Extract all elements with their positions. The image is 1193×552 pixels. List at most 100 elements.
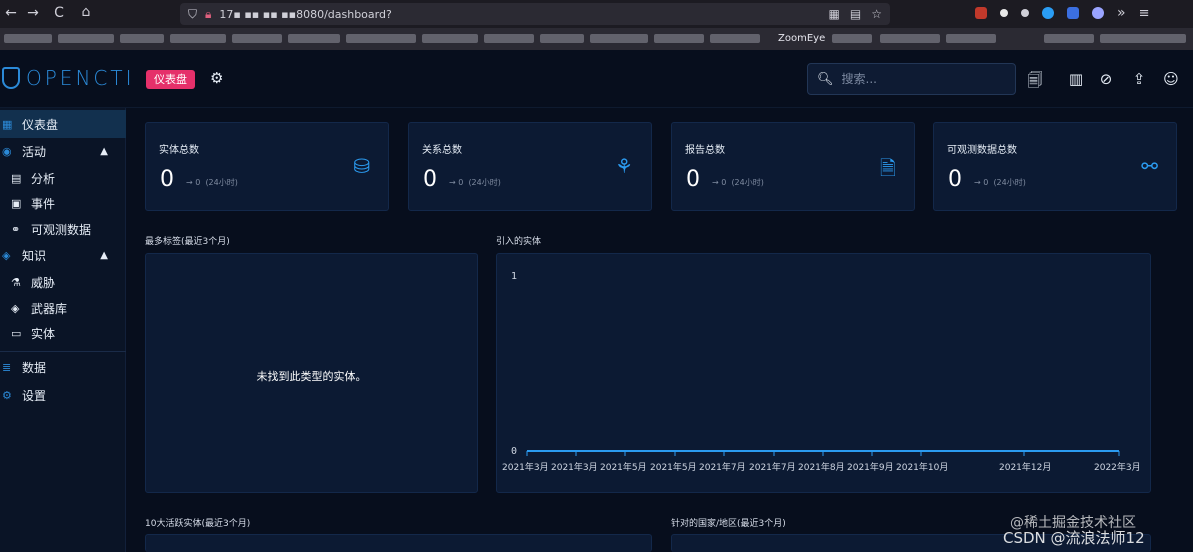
search-doc-icon[interactable]: 🗐 (1026, 70, 1044, 95)
folder-icon: ▭ (11, 326, 22, 340)
bookmark-item[interactable] (540, 34, 584, 43)
top-labels-panel: 未找到此类型的实体。 (145, 253, 478, 493)
sidebar-item-label: 武器库 (31, 301, 68, 316)
sidebar-item-label: 仪表盘 (22, 117, 59, 132)
sidebar-item-observables[interactable]: ⚭ 可观测数据 (0, 216, 126, 242)
bookmark-item[interactable] (654, 34, 704, 43)
bookmarks-bar: ZoomEye (0, 28, 1193, 50)
stat-title: 可观测数据总数 (947, 145, 1017, 156)
overflow-menu-icon[interactable]: » (1117, 5, 1126, 21)
sidebar-item-entities[interactable]: ▭ 实体 (0, 320, 126, 346)
chevron-up-icon: ▲ (100, 145, 108, 157)
lock-icon: 🔒︎ (205, 6, 212, 21)
extension-icon[interactable] (1021, 9, 1029, 17)
stat-card-observables[interactable]: 可观测数据总数 0 → 0 (24小时) ⚯ (933, 122, 1177, 211)
layers-icon: ◈ (11, 301, 20, 315)
gear-icon[interactable]: ⚙ (210, 69, 223, 87)
opencti-logo[interactable]: OPENCTI (2, 66, 134, 90)
logo-text: OPENCTI (26, 66, 135, 90)
sidebar-item-label: 知识 (22, 248, 47, 263)
bookmark-item[interactable] (590, 34, 648, 43)
bookmark-item[interactable] (710, 34, 760, 43)
qr-code-icon[interactable]: ▦ (829, 7, 840, 21)
extension-icon[interactable] (1092, 7, 1104, 19)
url-text: 17▪ ▪▪ ▪▪ ▪▪8080/dashboard? (219, 7, 392, 21)
home-icon[interactable]: ⌂ (75, 4, 97, 20)
extension-icons: » ≡ (975, 5, 1149, 21)
sidebar-item-data[interactable]: ≣ 数据 (0, 354, 126, 380)
stat-card-reports[interactable]: 报告总数 0 → 0 (24小时) 🗎 (671, 122, 915, 211)
sidebar-item-analysis[interactable]: ▤ 分析 (0, 165, 126, 191)
reload-icon[interactable]: C (48, 5, 70, 21)
sidebar-item-label: 活动 (22, 144, 47, 159)
bookmark-item[interactable] (1044, 34, 1094, 43)
upload-icon[interactable]: ⇪ (1130, 70, 1148, 88)
sidebar-item-arsenal[interactable]: ◈ 武器库 (0, 295, 126, 321)
bookmark-item[interactable] (946, 34, 996, 43)
sidebar-item-label: 事件 (31, 196, 56, 211)
search-field[interactable]: 🔍︎ (807, 63, 1016, 95)
address-bar[interactable]: ⛉ 🔒︎ 17▪ ▪▪ ▪▪ ▪▪8080/dashboard? ▦ ▤ ☆ (180, 3, 890, 25)
bookmark-item[interactable] (58, 34, 114, 43)
bookmark-star-icon[interactable]: ☆ (871, 7, 882, 21)
back-arrow-icon[interactable]: ← (0, 5, 22, 21)
sidebar-item-threats[interactable]: ⚗ 威胁 (0, 269, 126, 295)
sidebar-item-activity[interactable]: ◉ 活动 ▲ (0, 138, 126, 164)
bookmark-item[interactable] (484, 34, 534, 43)
dashboard-icon: ▦ (2, 117, 13, 131)
x-tick-label: 2021年12月 (999, 461, 1051, 473)
bookmark-item[interactable] (4, 34, 52, 43)
page-title-chip: 仪表盘 (146, 70, 195, 89)
chart-icon[interactable]: ▥ (1067, 70, 1085, 88)
shield-icon: ⛉ (188, 6, 198, 21)
shield-logo-icon (2, 67, 20, 89)
extension-icon[interactable] (975, 7, 987, 19)
analysis-icon: ▤ (11, 171, 22, 185)
watermark-csdn: CSDN @流浪法师12 (1003, 529, 1145, 547)
bookmark-item[interactable] (880, 34, 940, 43)
event-icon: ▣ (11, 196, 22, 210)
stat-title: 关系总数 (422, 145, 462, 156)
sidebar-item-settings[interactable]: ⚙ 设置 (0, 382, 126, 408)
bookmark-zoomeye[interactable]: ZoomEye (778, 33, 825, 44)
bookmark-item[interactable] (422, 34, 478, 43)
compass-icon[interactable]: ⊘ (1097, 70, 1115, 88)
extension-icon[interactable] (1000, 9, 1008, 17)
user-icon[interactable]: ☺ (1162, 70, 1180, 88)
extension-icon[interactable] (1042, 7, 1054, 19)
bookmark-item[interactable] (832, 34, 872, 43)
sidebar-item-events[interactable]: ▣ 事件 (0, 190, 126, 216)
extension-icon[interactable] (1067, 7, 1079, 19)
chevron-up-icon: ▲ (100, 249, 108, 261)
ingested-entities-chart: 102021年3月 2021年3月 2021年5月 2021年5月 2021年7月 202… (502, 271, 1141, 473)
bookmark-item[interactable] (1100, 34, 1186, 43)
stat-delta: → 0 (24小时) (186, 178, 238, 187)
x-tick-label: 2021年10月 (896, 461, 948, 473)
stat-card-entities[interactable]: 实体总数 0 → 0 (24小时) ⛁ (145, 122, 389, 211)
activity-icon: ◉ (2, 144, 12, 158)
app-header: OPENCTI 仪表盘 ⚙ 🔍︎ 🗐 ▥ ⊘ ⇪ ☺ (0, 50, 1193, 108)
sidebar-item-knowledge[interactable]: ◈ 知识 ▲ (0, 242, 126, 268)
x-tick-label: 2021年3月 (502, 461, 549, 473)
stat-title: 实体总数 (159, 145, 199, 156)
forward-arrow-icon[interactable]: → (22, 5, 44, 21)
stat-title: 报告总数 (685, 145, 725, 156)
x-tick-label: 2021年7月 (749, 461, 796, 473)
bookmark-item[interactable] (288, 34, 340, 43)
bookmark-item[interactable] (120, 34, 164, 43)
search-input[interactable] (841, 72, 1002, 86)
bookmark-item[interactable] (170, 34, 226, 43)
nodes-icon: ⚯ (1141, 154, 1158, 178)
x-tick-label: 2022年3月 (1094, 461, 1141, 473)
x-tick-label: 2021年5月 (600, 461, 647, 473)
translate-icon[interactable]: ▤ (850, 7, 861, 21)
x-tick-label: 2021年3月 (551, 461, 598, 473)
stat-card-relations[interactable]: 关系总数 0 → 0 (24小时) ⚘ (408, 122, 652, 211)
bookmark-item[interactable] (232, 34, 282, 43)
hamburger-menu-icon[interactable]: ≡ (1139, 6, 1150, 21)
sidebar-item-label: 实体 (31, 326, 56, 341)
x-tick-label: 2021年8月 (798, 461, 845, 473)
sidebar-item-dashboard[interactable]: ▦ 仪表盘 (0, 110, 126, 138)
bookmark-item[interactable] (346, 34, 416, 43)
stat-delta: → 0 (24小时) (712, 178, 764, 187)
